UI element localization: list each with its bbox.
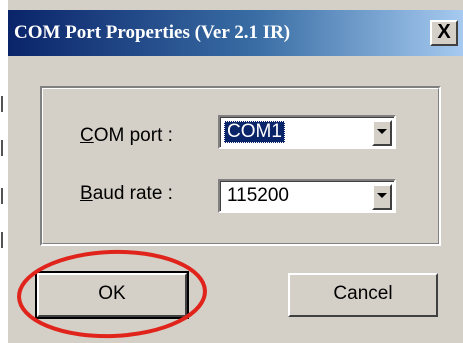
settings-group-inner [42, 88, 439, 244]
com-port-label-mnemonic: C [80, 125, 94, 146]
com-port-select-inner: COM1 [220, 117, 394, 147]
baud-rate-label: Baud rate : [80, 183, 173, 205]
background-mark [1, 232, 6, 248]
chevron-down-icon [377, 129, 387, 134]
com-port-label: COM port : [80, 125, 173, 147]
close-button[interactable]: X [430, 20, 458, 46]
close-icon: X [437, 21, 451, 43]
background-mark [1, 140, 6, 156]
baud-rate-label-text: aud rate : [92, 183, 173, 204]
chevron-down-icon [377, 193, 387, 198]
com-port-dropdown-button[interactable] [372, 120, 392, 146]
cancel-button[interactable]: Cancel [288, 273, 438, 317]
com-port-properties-dialog: COM Port Properties (Ver 2.1 IR) X COM p… [0, 0, 463, 343]
com-port-value: COM1 [224, 121, 285, 143]
background-window-strip [0, 0, 8, 343]
background-mark [1, 188, 6, 204]
baud-rate-dropdown-button[interactable] [372, 184, 392, 210]
settings-group [40, 86, 441, 246]
com-port-label-text: OM port : [93, 125, 173, 146]
title-bar[interactable]: COM Port Properties (Ver 2.1 IR) X [8, 10, 463, 56]
ok-button[interactable]: OK [35, 271, 189, 319]
background-mark [1, 96, 6, 112]
baud-rate-select[interactable]: 115200 [218, 179, 396, 213]
baud-rate-select-inner: 115200 [220, 181, 394, 211]
dialog-title: COM Port Properties (Ver 2.1 IR) [14, 22, 291, 43]
baud-rate-label-mnemonic: B [80, 183, 93, 204]
baud-rate-value: 115200 [227, 185, 289, 206]
com-port-select[interactable]: COM1 [218, 115, 396, 149]
